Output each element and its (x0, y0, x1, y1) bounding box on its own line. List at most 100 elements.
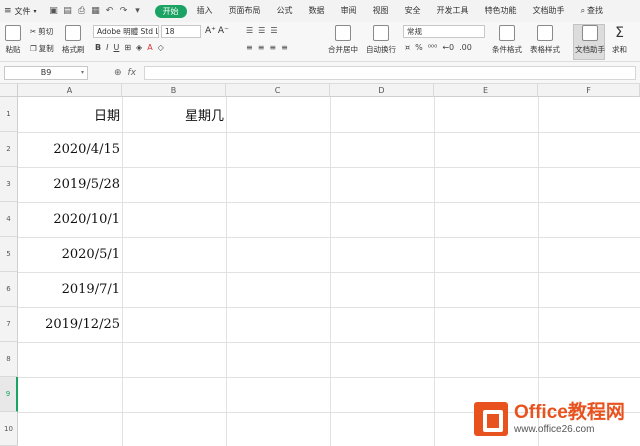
tab-data[interactable]: 数据 (301, 0, 333, 22)
search-button[interactable]: ⌕ 查找 (573, 0, 611, 22)
tab-features[interactable]: 特色功能 (477, 0, 525, 22)
fill-color-icon[interactable]: ◈ (136, 43, 142, 52)
tab-doc-helper[interactable]: 文档助手 (525, 0, 573, 22)
doc-helper-button[interactable]: 文档助手 (575, 25, 605, 55)
font-grow-shrink: A⁺ A⁻ (205, 26, 229, 36)
align-left-icon[interactable]: ≡ (246, 43, 253, 52)
tab-insert[interactable]: 插入 (189, 0, 221, 22)
column-header-a[interactable]: A (18, 84, 122, 97)
spreadsheet-grid: A B C D E F 1 2 3 4 5 6 7 8 9 10 日期 星期几 … (0, 84, 640, 446)
undo-icon[interactable]: ↶ (105, 6, 115, 16)
tab-developer[interactable]: 开发工具 (429, 0, 477, 22)
number-format-row: ¤ % ⁰⁰⁰ ←0 .00 (405, 43, 472, 52)
row-header-4[interactable]: 4 (0, 202, 18, 237)
number-format-select[interactable]: 常规 (403, 25, 485, 38)
justify-icon[interactable]: ≡ (281, 43, 288, 52)
column-header-e[interactable]: E (434, 84, 538, 97)
row-header-7[interactable]: 7 (0, 307, 18, 342)
clipboard-icon (5, 25, 21, 41)
tab-view[interactable]: 视图 (365, 0, 397, 22)
wrap-label: 自动换行 (366, 45, 396, 54)
tab-review[interactable]: 审阅 (333, 0, 365, 22)
format-painter-label: 格式刷 (62, 45, 85, 54)
row-header-10[interactable]: 10 (0, 412, 18, 446)
more-icon[interactable]: ▾ (133, 6, 143, 16)
align-top-icon[interactable]: ☰ (246, 26, 253, 35)
cell-a7[interactable]: 2019/12/25 (18, 307, 122, 342)
row-header-1[interactable]: 1 (0, 97, 18, 132)
font-color-icon[interactable]: A (147, 43, 152, 52)
paste-button[interactable]: 粘贴 (5, 25, 21, 55)
font-name-select[interactable]: Adobe 明體 Std L (93, 25, 159, 38)
cell-a1[interactable]: 日期 (18, 97, 122, 132)
border-icon[interactable]: ⊞ (124, 43, 131, 52)
thousands-icon[interactable]: ⁰⁰⁰ (428, 43, 438, 52)
wrap-text-button[interactable]: 自动换行 (366, 25, 396, 55)
row-header-2[interactable]: 2 (0, 132, 18, 167)
align-middle-icon[interactable]: ☰ (258, 26, 265, 35)
tab-formulas[interactable]: 公式 (269, 0, 301, 22)
merge-center-button[interactable]: 合并居中 (328, 25, 358, 55)
formula-input[interactable] (144, 65, 637, 80)
row-header-3[interactable]: 3 (0, 167, 18, 202)
align-center-icon[interactable]: ≡ (258, 43, 265, 52)
currency-icon[interactable]: ¤ (405, 43, 410, 52)
align-bottom-icon[interactable]: ☰ (270, 26, 277, 35)
search-icon: ⌕ (580, 6, 586, 15)
bold-icon[interactable]: B (95, 43, 101, 52)
zoom-icon[interactable]: ⊕ (114, 68, 122, 78)
grow-font-icon[interactable]: A⁺ (205, 26, 216, 36)
table-style-button[interactable]: 表格样式 (530, 25, 560, 55)
menu-bar: ≡ 文件 ▾ ▣ ▤ ⎙ ▦ ↶ ↷ ▾ 开始 插入 页面布局 公式 数据 审阅… (0, 0, 640, 22)
format-painter-button[interactable]: 格式刷 (62, 25, 85, 55)
column-header-b[interactable]: B (122, 84, 226, 97)
watermark-url: www.office26.com (514, 424, 595, 435)
cell-a4[interactable]: 2020/10/1 (18, 202, 122, 237)
row-header-8[interactable]: 8 (0, 342, 18, 377)
italic-icon[interactable]: I (106, 43, 108, 52)
redo-icon[interactable]: ↷ (119, 6, 129, 16)
grid-line (18, 342, 640, 343)
cut-button[interactable]: ✂ 剪切 (30, 26, 53, 37)
decrease-decimal-icon[interactable]: .00 (459, 43, 472, 52)
conditional-format-icon (499, 25, 515, 41)
file-menu[interactable]: ≡ 文件 ▾ (0, 0, 41, 22)
column-header-c[interactable]: C (226, 84, 330, 97)
formula-bar: B9 ▾ ⊕ fx (0, 62, 640, 84)
tab-page-layout[interactable]: 页面布局 (221, 0, 269, 22)
cell-a6[interactable]: 2019/7/1 (18, 272, 122, 307)
clear-icon[interactable]: ◇ (158, 43, 164, 52)
cell-b1[interactable]: 星期几 (122, 97, 226, 132)
column-header-f[interactable]: F (538, 84, 640, 97)
ribbon: 粘贴 ✂ 剪切 ❐ 复制 格式刷 Adobe 明體 Std L 18 A⁺ A⁻… (0, 22, 640, 62)
row-header-5[interactable]: 5 (0, 237, 18, 272)
row-header-6[interactable]: 6 (0, 272, 18, 307)
cell-a5[interactable]: 2020/5/1 (18, 237, 122, 272)
fx-icon[interactable]: fx (128, 68, 137, 78)
font-size-select[interactable]: 18 (161, 25, 201, 38)
row-header-9[interactable]: 9 (0, 377, 18, 412)
select-all-corner[interactable] (0, 84, 18, 97)
open-icon[interactable]: ▤ (63, 6, 73, 16)
sum-button[interactable]: Σ 求和 (612, 25, 627, 55)
align-right-icon[interactable]: ≡ (269, 43, 276, 52)
percent-icon[interactable]: % (415, 43, 423, 52)
copy-button[interactable]: ❐ 复制 (30, 43, 54, 54)
cell-a3[interactable]: 2019/5/28 (18, 167, 122, 202)
print-preview-icon[interactable]: ▦ (91, 6, 101, 16)
name-box[interactable]: B9 ▾ (4, 65, 88, 80)
shrink-font-icon[interactable]: A⁻ (218, 26, 229, 36)
cell-a2[interactable]: 2020/4/15 (18, 132, 122, 167)
chevron-down-icon: ▾ (80, 68, 84, 76)
tab-security[interactable]: 安全 (397, 0, 429, 22)
save-icon[interactable]: ▣ (49, 6, 59, 16)
copy-label: 复制 (38, 44, 54, 53)
name-box-value: B9 (40, 67, 52, 77)
underline-icon[interactable]: U (113, 43, 119, 52)
print-icon[interactable]: ⎙ (77, 6, 87, 16)
tab-home[interactable]: 开始 (154, 4, 187, 18)
column-header-d[interactable]: D (330, 84, 434, 97)
conditional-format-button[interactable]: 条件格式 (492, 25, 522, 55)
file-menu-label: 文件 (14, 6, 31, 16)
increase-decimal-icon[interactable]: ←0 (442, 43, 454, 52)
